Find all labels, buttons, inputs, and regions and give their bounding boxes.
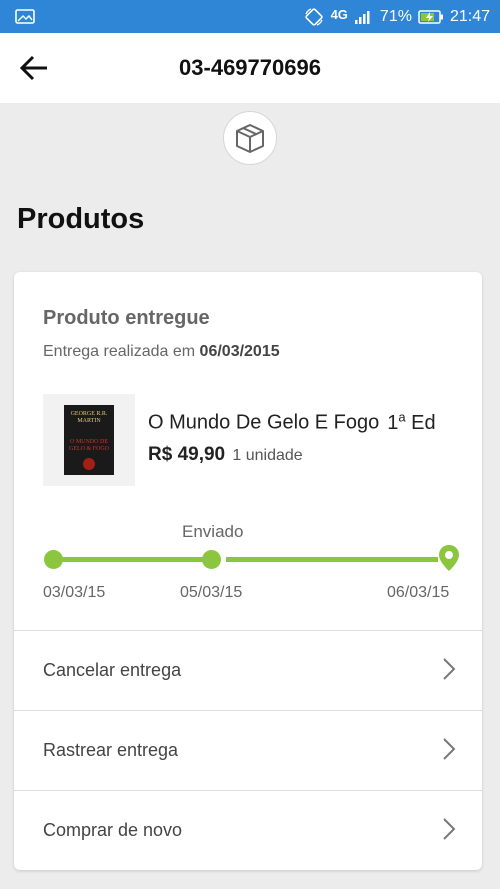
clock: 21:47 (449, 7, 490, 25)
order-card: Produto entregue Entrega realizada em 06… (14, 272, 482, 870)
product-quantity: 1 unidade (232, 447, 303, 464)
network-type: 4G (330, 7, 348, 22)
battery-percent: 71% (379, 7, 412, 25)
book-cover: GEORGE R.R. MARTIN O MUNDO DE GELO & FOG… (64, 405, 114, 475)
chevron-right-icon (443, 658, 456, 680)
timeline-date-1: 03/03/15 (43, 584, 106, 601)
action-label: Comprar de novo (43, 820, 183, 840)
timeline-segment-1 (58, 557, 208, 562)
book-cover-author: GEORGE R.R. MARTIN (70, 411, 108, 424)
delivery-date: 06/03/2015 (199, 343, 280, 360)
timeline-dot-shipped-start (44, 550, 63, 569)
delivery-status-title: Produto entregue (43, 307, 210, 329)
book-cover-title: O MUNDO DE GELO & FOGO (69, 439, 109, 452)
timeline-current-label: Enviado (182, 522, 244, 541)
chevron-right-icon (443, 738, 456, 760)
action-buy-again[interactable]: Comprar de novo (14, 790, 482, 870)
signal-icon (354, 10, 370, 24)
timeline-date-3: 06/03/15 (387, 584, 450, 601)
timeline-segment-2 (226, 557, 438, 562)
product-name[interactable]: O Mundo De Gelo E Fogo 1a Ed (148, 409, 436, 435)
rotate-icon (304, 7, 323, 26)
section-title: Produtos (17, 203, 145, 235)
chevron-right-icon (443, 818, 456, 840)
box-icon-badge (223, 111, 277, 165)
timeline-date-2: 05/03/15 (180, 584, 243, 601)
product-price-line: R$ 49,90 1 unidade (148, 444, 303, 466)
location-pin-icon (439, 545, 459, 571)
box-icon (236, 124, 264, 153)
product-price: R$ 49,90 (148, 444, 226, 465)
product-thumbnail[interactable]: GEORGE R.R. MARTIN O MUNDO DE GELO & FOG… (43, 394, 135, 486)
delivery-status-subtitle: Entrega realizada em 06/03/2015 (43, 343, 280, 361)
page-title: 03-469770696 (179, 55, 321, 80)
timeline-dot-shipped (202, 550, 221, 569)
action-label: Cancelar entrega (43, 660, 182, 680)
delivery-subtitle-prefix: Entrega realizada em (43, 343, 196, 360)
action-cancel-delivery[interactable]: Cancelar entrega (14, 630, 482, 710)
product-title: O Mundo De Gelo E Fogo (148, 411, 380, 434)
book-cover-emblem (83, 458, 95, 470)
battery-charging-icon (418, 9, 443, 24)
action-label: Rastrear entrega (43, 740, 179, 760)
delivery-timeline (44, 545, 459, 574)
image-icon (15, 9, 35, 24)
product-edition: 1a Ed (387, 409, 436, 434)
action-track-delivery[interactable]: Rastrear entrega (14, 710, 482, 790)
app-bar: 03-469770696 (0, 33, 500, 103)
status-bar: 4G 71% 21:47 (0, 0, 500, 33)
